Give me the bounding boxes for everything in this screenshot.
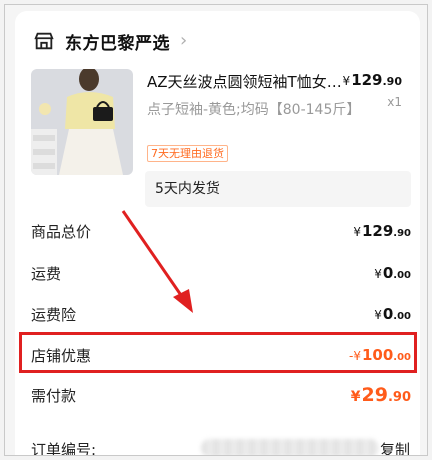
shipping-fee-label: 运费: [31, 264, 62, 283]
order-number-redacted: [201, 439, 379, 455]
chevron-right-icon: ›: [180, 30, 188, 51]
amount-due-row: 需付款 ¥29.90: [31, 383, 411, 407]
return-policy-badge: 7天无理由退货: [147, 145, 228, 162]
shipping-fee-value: ¥0.00: [374, 264, 411, 282]
store-icon: [34, 32, 54, 50]
goods-total-value: ¥129.90: [353, 222, 411, 240]
amount-due-value: ¥29.90: [350, 384, 411, 406]
copy-button[interactable]: 复制: [380, 439, 410, 455]
discount-highlight-box: [19, 332, 417, 373]
product-quantity: x1: [387, 95, 402, 109]
product-title[interactable]: AZ天丝波点圆领短袖T恤女…: [147, 71, 357, 92]
store-name: 东方巴黎严选: [65, 33, 170, 54]
shipping-insurance-value: ¥0.00: [374, 305, 411, 323]
amount-due-label: 需付款: [31, 386, 77, 405]
order-number-label: 订单编号:: [31, 441, 97, 456]
shipping-insurance-label: 运费险: [31, 305, 77, 324]
screenshot-frame: 东方巴黎严选 › AZ天丝波点圆领短袖T恤女… ¥129.90 x1 点子短袖-…: [4, 4, 428, 456]
store-header[interactable]: 东方巴黎严选 ›: [33, 27, 187, 55]
shipping-insurance-row: 运费险 ¥0.00: [31, 302, 411, 326]
shipping-fee-row: 运费 ¥0.00: [31, 261, 411, 285]
product-spec: 点子短袖-黄色;均码【80-145斤】: [147, 102, 361, 118]
shipping-time: 5天内发货: [145, 171, 411, 207]
goods-total-row: 商品总价 ¥129.90: [31, 219, 411, 243]
product-price: ¥129.90: [342, 71, 402, 89]
goods-total-label: 商品总价: [31, 222, 92, 241]
product-thumbnail[interactable]: [31, 69, 133, 175]
order-card: 东方巴黎严选 › AZ天丝波点圆领短袖T恤女… ¥129.90 x1 点子短袖-…: [15, 11, 420, 456]
